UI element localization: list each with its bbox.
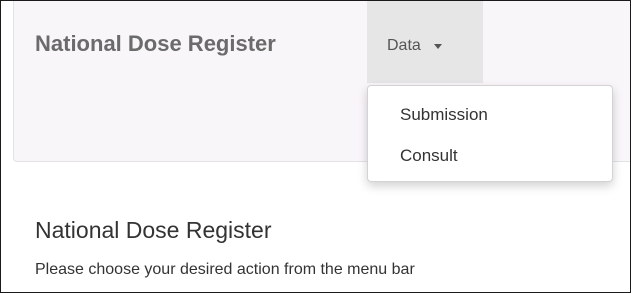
data-dropdown-toggle[interactable]: Data <box>367 1 483 83</box>
navbar-brand[interactable]: National Dose Register <box>35 29 276 59</box>
data-dropdown-menu: Submission Consult <box>367 85 613 182</box>
data-dropdown-label: Data <box>387 37 421 54</box>
page-title: National Dose Register <box>35 217 272 243</box>
menu-item-consult[interactable]: Consult <box>400 145 458 167</box>
instruction-text: Please choose your desired action from t… <box>35 261 415 278</box>
menu-item-submission[interactable]: Submission <box>400 104 488 126</box>
caret-down-icon <box>434 44 442 49</box>
app-frame: National Dose Register Data Submission C… <box>0 0 631 293</box>
